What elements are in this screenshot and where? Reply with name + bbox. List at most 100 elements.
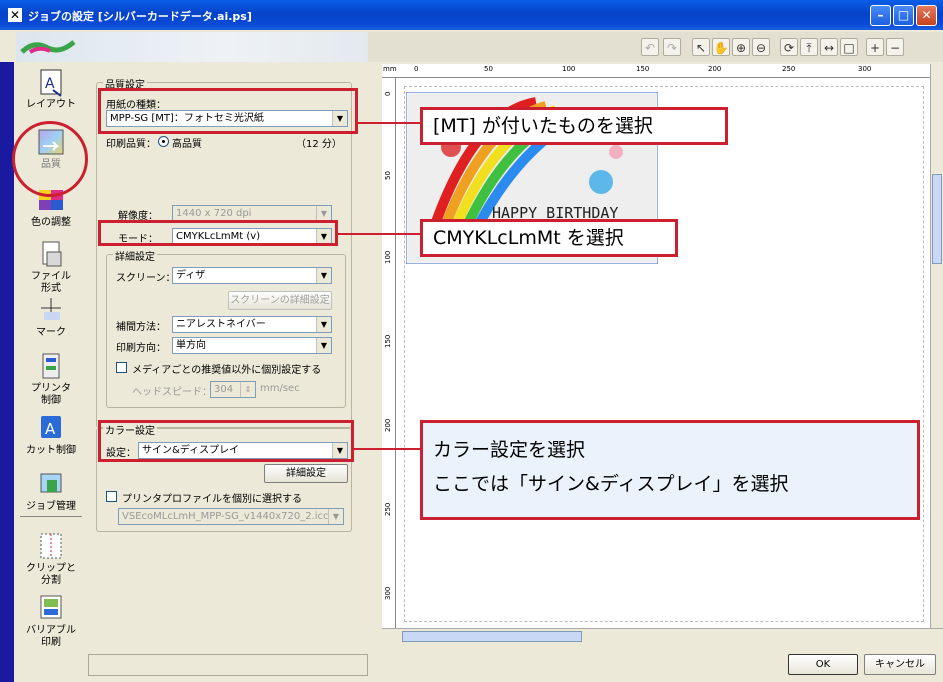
sidebar-item-label: 色の調整 (31, 217, 71, 228)
pointer-icon[interactable]: ↖ (692, 38, 710, 56)
head-speed-label: ヘッドスピード： (132, 387, 212, 398)
ruler-tick: 150 (636, 65, 650, 73)
head-speed-field[interactable]: 304 ⇕ (210, 381, 256, 398)
scroll-thumb[interactable] (932, 174, 942, 264)
interpolation-value: ニアレストネイバー (176, 319, 266, 330)
printer-control-icon (42, 353, 60, 379)
window-title: ジョブの設定 [シルバーカードデータ.ai.ps] (28, 10, 252, 23)
scroll-thumb[interactable] (402, 631, 582, 642)
detail-group-title: 詳細設定 (113, 248, 157, 263)
mark-icon (41, 298, 61, 320)
sidebar-item-label: バリアブル 印刷 (26, 625, 76, 648)
color-setting-highlight (98, 420, 354, 462)
ruler-tick: 0 (414, 65, 419, 73)
sidebar-item-label: ファイル 形式 (31, 271, 71, 294)
sidebar-item-label: クリップと 分割 (26, 563, 76, 586)
sidebar-item-file-format[interactable]: ファイル 形式 (14, 240, 88, 295)
ruler-tick: 300 (858, 65, 872, 73)
sidebar-item-mark[interactable]: マーク (14, 296, 88, 339)
ruler-tick: 100 (562, 65, 576, 73)
ruler-tick: 0 (384, 91, 392, 96)
ruler-unit: mm (383, 65, 397, 73)
print-time: （12 分） (296, 139, 342, 150)
color-callout: カラー設定を選択 ここでは「サイン&ディスプレイ」を選択 (420, 420, 920, 520)
screen-detail-button[interactable]: スクリーンの詳細設定 (228, 291, 332, 310)
profile-checkbox-label: プリンタプロファイルを個別に選択する (122, 494, 302, 505)
sidebar-item-printer-control[interactable]: プリンタ 制御 (14, 352, 88, 407)
color-callout-line (354, 448, 420, 450)
print-direction-select[interactable]: 単方向 ▼ (172, 337, 332, 354)
redo-icon[interactable]: ↷ (663, 38, 681, 56)
resolution-value: 1440 x 720 dpi (176, 208, 252, 219)
color-callout-line2: ここでは「サイン&ディスプレイ」を選択 (433, 473, 789, 495)
head-speed-value: 304 (214, 384, 234, 395)
print-direction-value: 単方向 (176, 340, 206, 351)
print-quality-label: 印刷品質： (106, 139, 156, 150)
ruler-tick: 200 (708, 65, 722, 73)
vertical-scrollbar[interactable] (930, 64, 943, 628)
cancel-button[interactable]: キャンセル (864, 654, 936, 675)
ruler-tick: 50 (484, 65, 493, 73)
print-quality-value: 高品質 (172, 139, 202, 150)
sidebar-item-variable-print[interactable]: バリアブル 印刷 (14, 594, 88, 649)
chevron-down-icon[interactable]: ▼ (316, 317, 331, 332)
rotate-icon[interactable]: ⟳ (780, 38, 798, 56)
profile-value: VSEcoMLcLmH_MPP-SG_v1440x720_2.icc (122, 511, 329, 522)
paper-callout-line (358, 122, 420, 124)
mode-callout-line (338, 233, 420, 235)
variable-print-icon (40, 595, 62, 619)
logo-strip (16, 32, 368, 62)
ruler-tick: 150 (384, 334, 392, 348)
sidebar-item-layout[interactable]: A レイアウト (14, 68, 88, 111)
preview-canvas[interactable]: HAPPY BIRTHDAY (396, 78, 930, 628)
screen-select[interactable]: ディザ ▼ (172, 267, 332, 284)
profile-select[interactable]: VSEcoMLcLmH_MPP-SG_v1440x720_2.icc ▼ (118, 508, 344, 525)
sidebar-item-label: プリンタ 制御 (31, 383, 71, 406)
minimize-button[interactable]: – (870, 5, 891, 26)
quality-highlight-circle (12, 121, 88, 197)
zoom-out-icon[interactable]: ⊖ (752, 38, 770, 56)
media-checkbox-label: メディアごとの推奨値以外に個別設定する (132, 365, 322, 376)
print-quality-radio[interactable] (158, 136, 169, 147)
status-box (88, 654, 368, 676)
screen-label: スクリーン： (116, 273, 176, 284)
zoom-in-icon[interactable]: ⊕ (732, 38, 750, 56)
sidebar-item-label: ジョブ管理 (26, 501, 76, 512)
interpolation-select[interactable]: ニアレストネイバー ▼ (172, 316, 332, 333)
undo-icon[interactable]: ↶ (641, 38, 659, 56)
close-button[interactable]: ✕ (916, 5, 937, 26)
sidebar-item-label: カット制御 (26, 445, 76, 456)
chevron-down-icon[interactable]: ▼ (316, 206, 331, 221)
sidebar-item-job-management[interactable]: ジョブ管理 (14, 470, 88, 513)
fit-width-icon[interactable]: ↔ (820, 38, 838, 56)
ruler-tick: 250 (384, 502, 392, 516)
print-direction-label: 印刷方向： (116, 343, 166, 354)
hand-icon[interactable]: ✋ (712, 38, 730, 56)
media-checkbox[interactable] (116, 362, 127, 373)
sidebar-item-clip-split[interactable]: クリップと 分割 (14, 532, 88, 587)
chevron-down-icon[interactable]: ▼ (316, 338, 331, 353)
align-top-icon[interactable]: ⤒ (800, 38, 818, 56)
clip-split-icon (40, 533, 62, 559)
spinner-icon[interactable]: ⇕ (240, 382, 255, 397)
layout-icon: A (40, 69, 62, 97)
horizontal-scrollbar[interactable] (382, 628, 943, 644)
plus-icon[interactable]: + (866, 38, 884, 56)
page-icon[interactable]: □ (840, 38, 858, 56)
head-speed-unit: mm/sec (260, 383, 300, 394)
color-detail-button[interactable]: 詳細設定 (264, 464, 348, 483)
maximize-button[interactable]: □ (893, 5, 914, 26)
minus-icon[interactable]: − (886, 38, 904, 56)
vertical-ruler: 0 50 100 150 200 250 300 (382, 78, 396, 628)
preview-toolbar: ↶ ↷ ↖ ✋ ⊕ ⊖ ⟳ ⤒ ↔ □ + − (368, 32, 943, 62)
sidebar-item-cut-control[interactable]: A カット制御 (14, 414, 88, 457)
profile-checkbox[interactable] (106, 491, 117, 502)
cut-control-icon: A (41, 416, 61, 438)
ruler-tick: 300 (384, 586, 392, 600)
chevron-down-icon[interactable]: ▼ (328, 509, 343, 524)
settings-panel: 品質設定 用紙の種類： MPP-SG [MT]：フォトセミ光沢紙 ▼ 印刷品質：… (88, 62, 368, 682)
ok-button[interactable]: OK (788, 654, 858, 675)
color-callout-line1: カラー設定を選択 (433, 439, 586, 461)
sidebar-divider (20, 516, 82, 517)
chevron-down-icon[interactable]: ▼ (316, 268, 331, 283)
